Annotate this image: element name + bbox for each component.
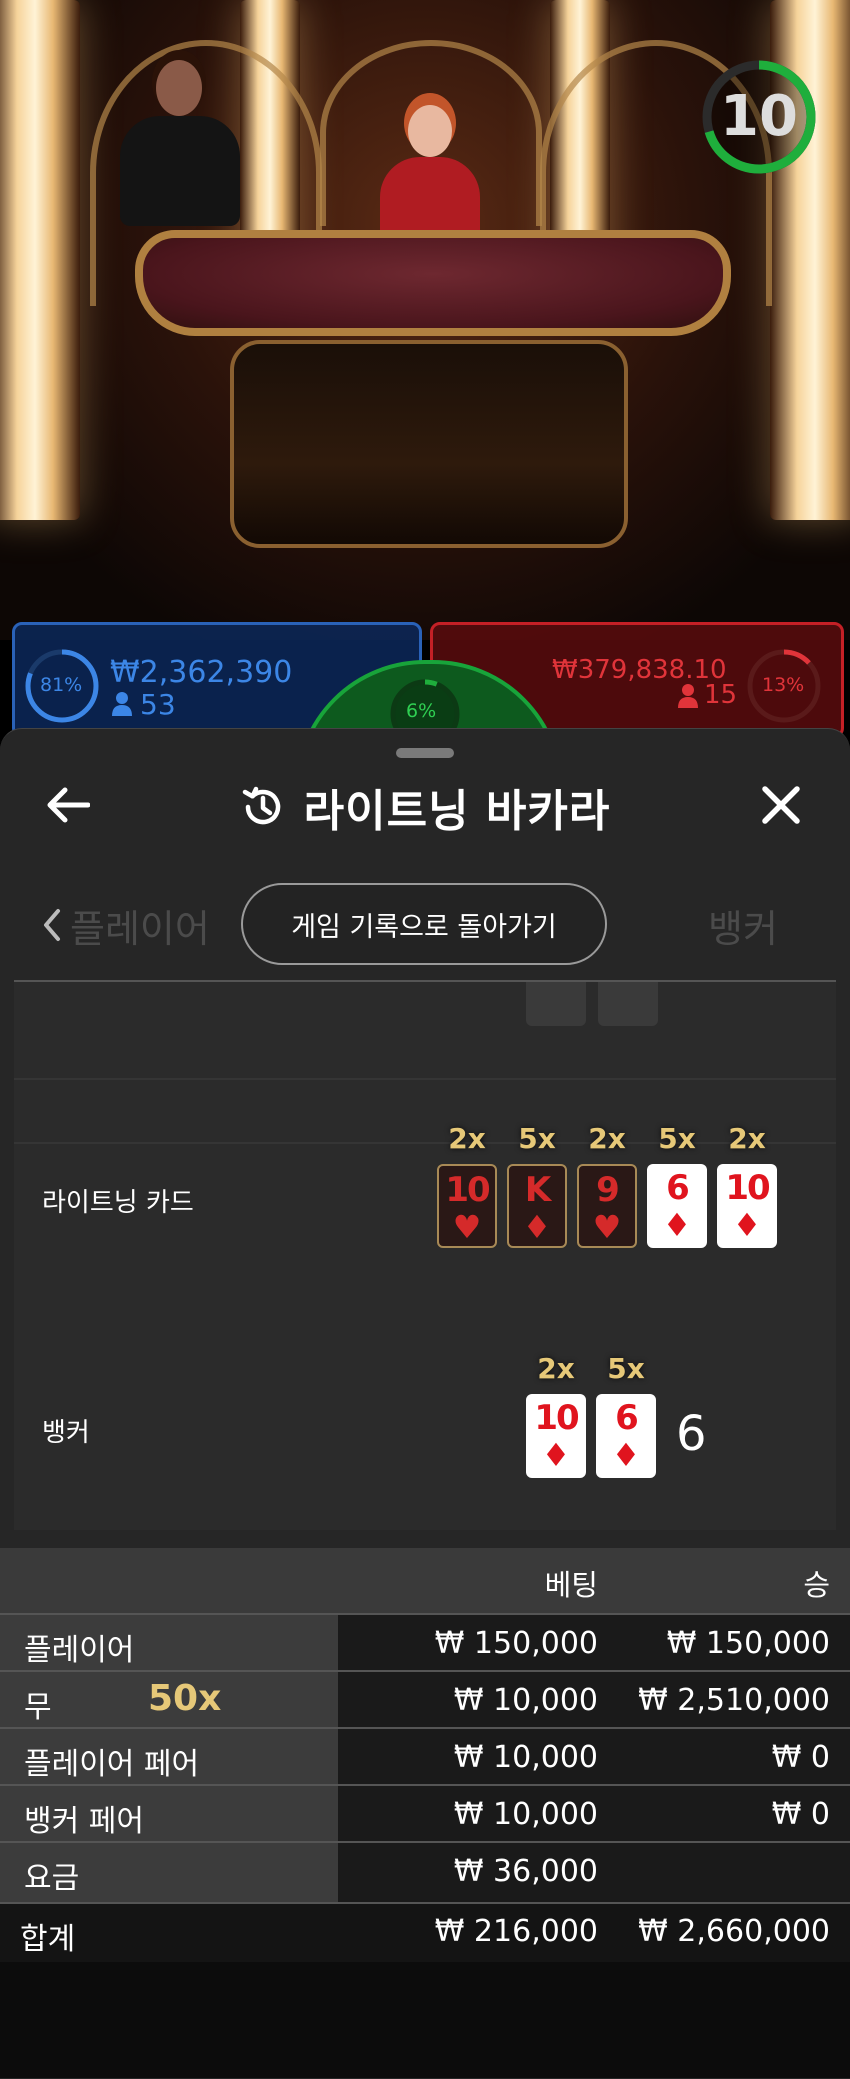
sheet-title: 라이트닝 바카라: [303, 786, 611, 837]
ghost-banker-label: 뱅커: [708, 907, 778, 951]
card-suit-icon: ♦: [541, 1436, 571, 1474]
lightning-cards-label: 라이트닝 카드: [42, 1188, 194, 1218]
card-suit-icon: ♥: [592, 1208, 622, 1246]
dealer-figure: [380, 105, 480, 247]
banker-count-icon: [678, 684, 698, 708]
tie-multiplier: 50x: [148, 1678, 222, 1719]
divider: [14, 1078, 836, 1080]
banker-total-amount: ₩379,838.10: [552, 655, 727, 685]
bet-amount: ₩ 10,000: [453, 1740, 598, 1775]
card-suit-icon: ♥: [452, 1208, 482, 1246]
bet-row-label: 무: [24, 1690, 52, 1725]
card-rank: 10: [445, 1170, 490, 1210]
card-rank: 6: [666, 1168, 690, 1208]
win-column-header: 승: [803, 1568, 830, 1602]
bet-row-fee: 요금 ₩ 36,000: [0, 1841, 850, 1904]
card-suit-icon: ♦: [732, 1206, 762, 1244]
timer-value: 10: [720, 84, 798, 149]
banker-count: 15: [704, 680, 738, 710]
win-amount: ₩ 2,510,000: [638, 1683, 830, 1718]
playing-card: K ♦: [507, 1164, 567, 1248]
win-amount: ₩ 150,000: [666, 1626, 830, 1661]
bet-amount: ₩ 10,000: [453, 1683, 598, 1718]
card-multiplier: 5x: [607, 1352, 645, 1385]
card-multiplier: 2x: [537, 1352, 575, 1385]
bet-row-label: 뱅커 페어: [24, 1804, 144, 1839]
card-multiplier: 2x: [588, 1122, 626, 1155]
tie-percent: 6%: [406, 700, 437, 722]
sheet-header: 라이트닝 바카라: [0, 775, 850, 841]
bet-amount: ₩ 36,000: [453, 1854, 598, 1889]
total-label: 합계: [20, 1922, 76, 1957]
card-rank: 10: [534, 1398, 579, 1438]
round-detail-panel: [14, 982, 836, 1530]
bet-row-player-pair: 플레이어 페어 ₩ 10,000 ₩ 0: [0, 1727, 850, 1786]
card-multiplier: 5x: [518, 1122, 556, 1155]
pillar-decor: [0, 0, 80, 520]
card-rank: 10: [725, 1168, 770, 1208]
baccarat-table: [135, 230, 731, 336]
win-amount: ₩ 0: [771, 1740, 830, 1775]
dealer-figure: [120, 60, 240, 230]
bets-table-header: 베팅 승: [0, 1548, 850, 1613]
countdown-timer: 10: [700, 58, 818, 176]
chevron-left-icon: [44, 909, 60, 941]
player-total-amount: ₩2,362,390: [110, 655, 293, 690]
sheet-drag-handle[interactable]: [396, 748, 454, 758]
total-bet-amount: ₩ 216,000: [434, 1914, 598, 1949]
playing-card: 10 ♥: [437, 1164, 497, 1248]
ghost-player-label: 플레이어: [70, 907, 210, 951]
player-percent: 81%: [40, 674, 83, 696]
bet-row-label: 플레이어 페어: [24, 1747, 200, 1782]
close-icon: [762, 786, 800, 824]
card-rank: 6: [615, 1398, 639, 1438]
banker-score: 6: [676, 1406, 707, 1462]
card-suit-icon: ♦: [611, 1436, 641, 1474]
card-suit-icon: ♦: [662, 1206, 692, 1244]
card-multiplier: 5x: [658, 1122, 696, 1155]
close-button[interactable]: [751, 775, 811, 835]
card-suit-icon: ♦: [522, 1208, 552, 1246]
table-base: [230, 340, 628, 548]
divider: [14, 1142, 836, 1144]
bet-row-banker-pair: 뱅커 페어 ₩ 10,000 ₩ 0: [0, 1784, 850, 1843]
playing-card: 6 ♦: [596, 1394, 656, 1478]
bet-row-player: 플레이어 ₩ 150,000 ₩ 150,000: [0, 1613, 850, 1672]
card-rank: 9: [596, 1170, 620, 1210]
card-rank: K: [524, 1170, 551, 1210]
player-count: 53: [140, 688, 176, 721]
win-amount: ₩ 0: [771, 1797, 830, 1832]
bet-row-label: 플레이어: [24, 1633, 135, 1668]
banker-hand-label: 뱅커: [42, 1418, 90, 1448]
bet-total-row: 합계 ₩ 216,000 ₩ 2,660,000: [0, 1902, 850, 1964]
playing-card: 9 ♥: [577, 1164, 637, 1248]
total-win-amount: ₩ 2,660,000: [638, 1914, 830, 1949]
history-icon: [242, 786, 280, 825]
return-to-history-button[interactable]: 게임 기록으로 돌아가기: [241, 883, 607, 965]
bet-amount: ₩ 10,000: [453, 1797, 598, 1832]
bet-row-label: 요금: [24, 1861, 80, 1896]
ghost-card: [526, 982, 586, 1026]
previous-round-button[interactable]: [38, 905, 64, 945]
player-count-icon: [112, 692, 132, 716]
bet-amount: ₩ 150,000: [434, 1626, 598, 1661]
card-multiplier: 2x: [448, 1122, 486, 1155]
footer-backdrop: [0, 1962, 850, 2078]
bet-row-tie: 무 50x ₩ 10,000 ₩ 2,510,000: [0, 1670, 850, 1729]
card-multiplier: 2x: [728, 1122, 766, 1155]
bet-column-header: 베팅: [544, 1568, 598, 1602]
playing-card: 10 ♦: [526, 1394, 586, 1478]
playing-card: 10 ♦: [717, 1164, 777, 1248]
banker-percent: 13%: [762, 674, 805, 696]
playing-card: 6 ♦: [647, 1164, 707, 1248]
ghost-card: [598, 982, 658, 1026]
